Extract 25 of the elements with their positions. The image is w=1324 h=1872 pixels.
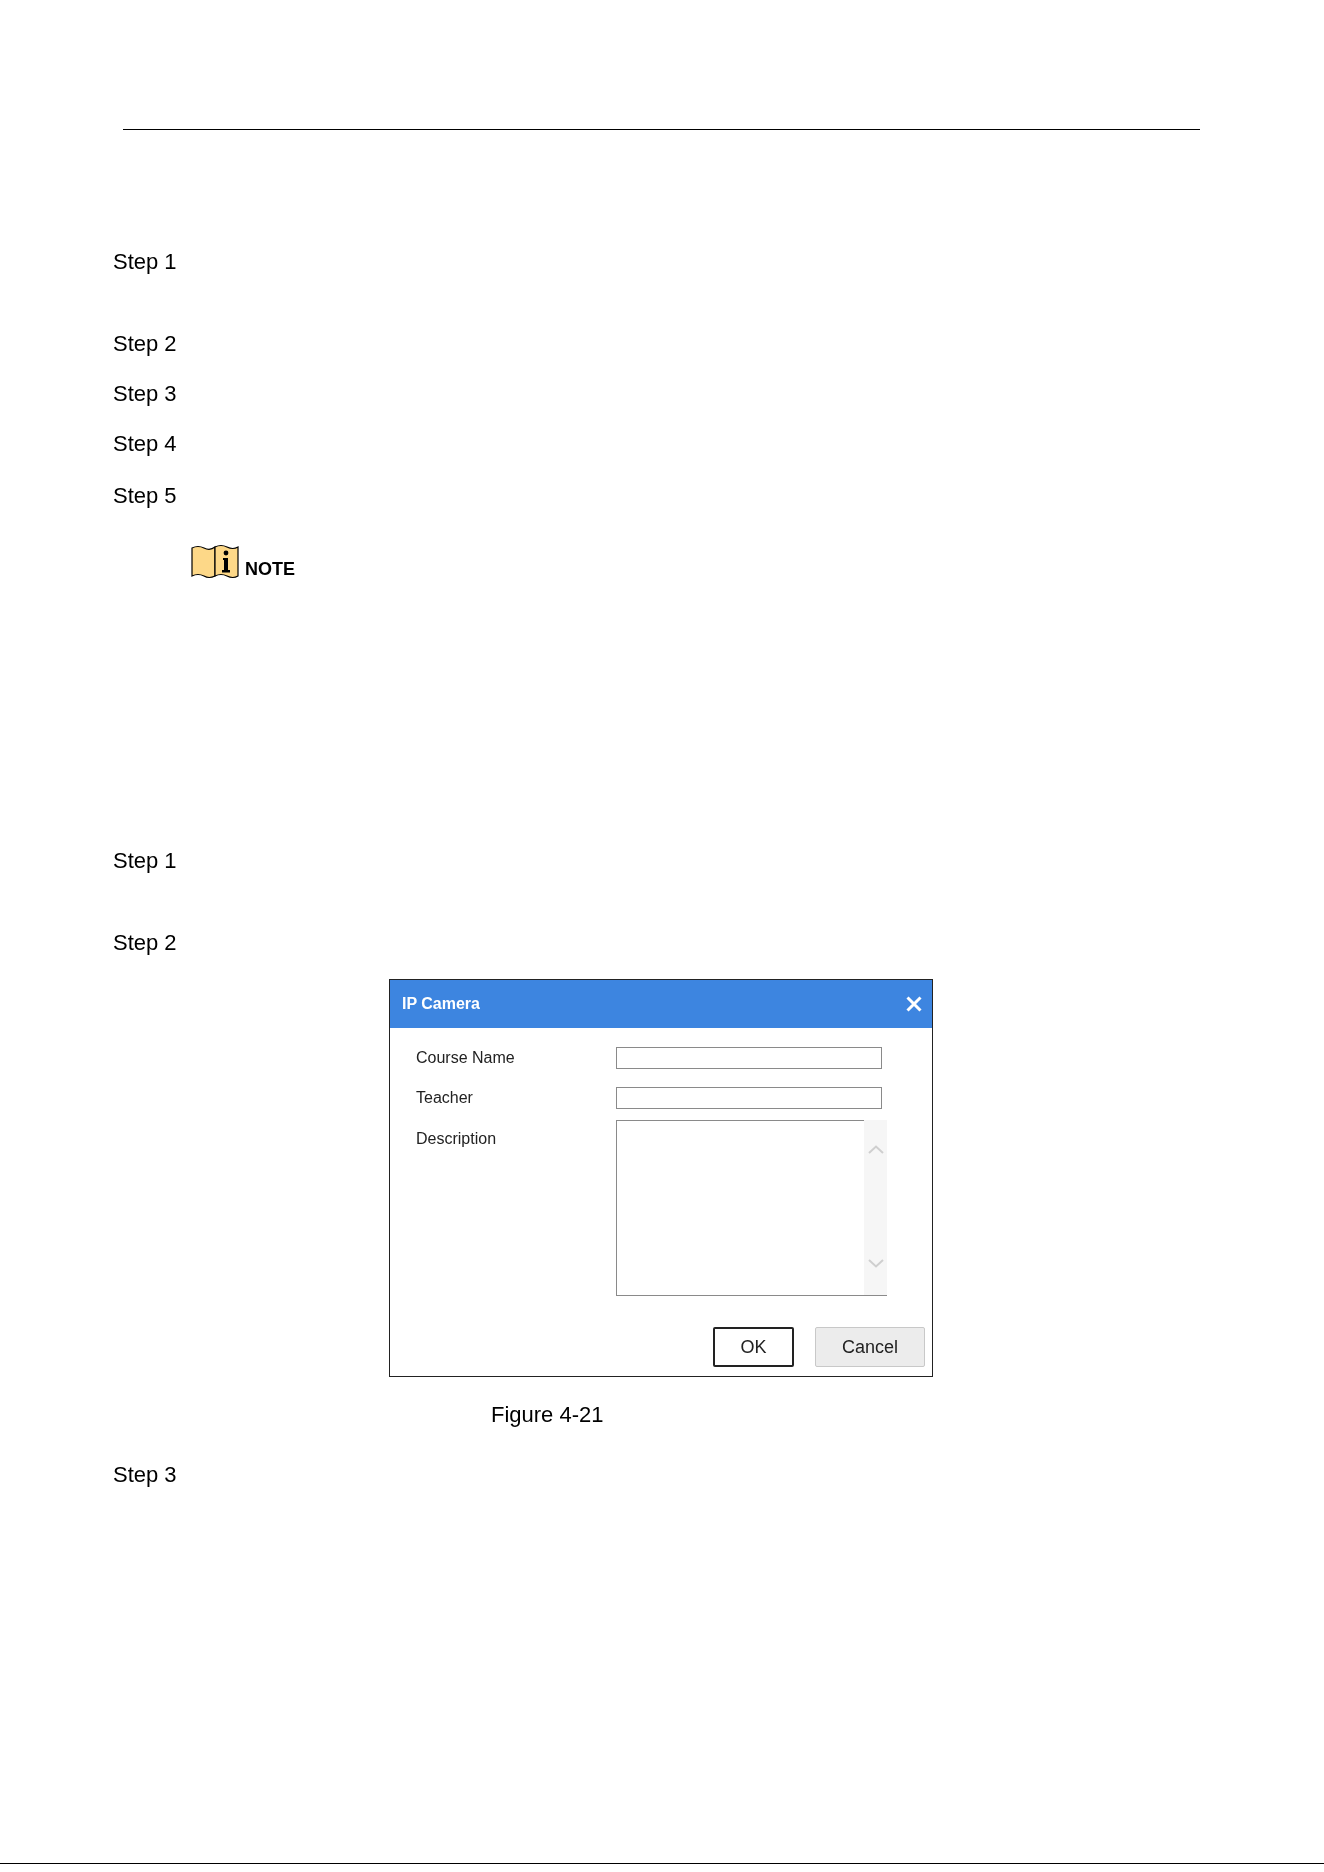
dialog-title: IP Camera (402, 994, 480, 1014)
field-label: Course Name (416, 1048, 516, 1068)
step-label: Step 3 (113, 1462, 177, 1488)
field-label: Teacher (416, 1088, 474, 1108)
note-heading: NOTE (245, 559, 295, 579)
step-label: Step 1 (113, 249, 177, 275)
step-label: Step 2 (113, 331, 177, 357)
figure-caption: Figure 4-21 (491, 1402, 604, 1428)
step-label: Step 5 (113, 483, 177, 509)
input-field[interactable] (616, 1047, 882, 1069)
chevron-up-icon[interactable] (867, 1145, 884, 1154)
close-button[interactable] (905, 995, 923, 1013)
chevron-down-icon[interactable] (867, 1259, 884, 1268)
step-label: Step 4 (113, 431, 177, 457)
info-book-icon (191, 543, 239, 579)
step-label: Step 1 (113, 848, 177, 874)
cancel-button[interactable]: Cancel (815, 1327, 925, 1367)
ok-button[interactable]: OK (713, 1327, 794, 1367)
step-label: Step 3 (113, 381, 177, 407)
close-icon (906, 996, 922, 1012)
description-field[interactable] (616, 1120, 864, 1296)
scrollbar[interactable] (864, 1120, 887, 1296)
input-field[interactable] (616, 1087, 882, 1109)
field-label: Description (416, 1129, 498, 1149)
step-label: Step 2 (113, 930, 177, 956)
